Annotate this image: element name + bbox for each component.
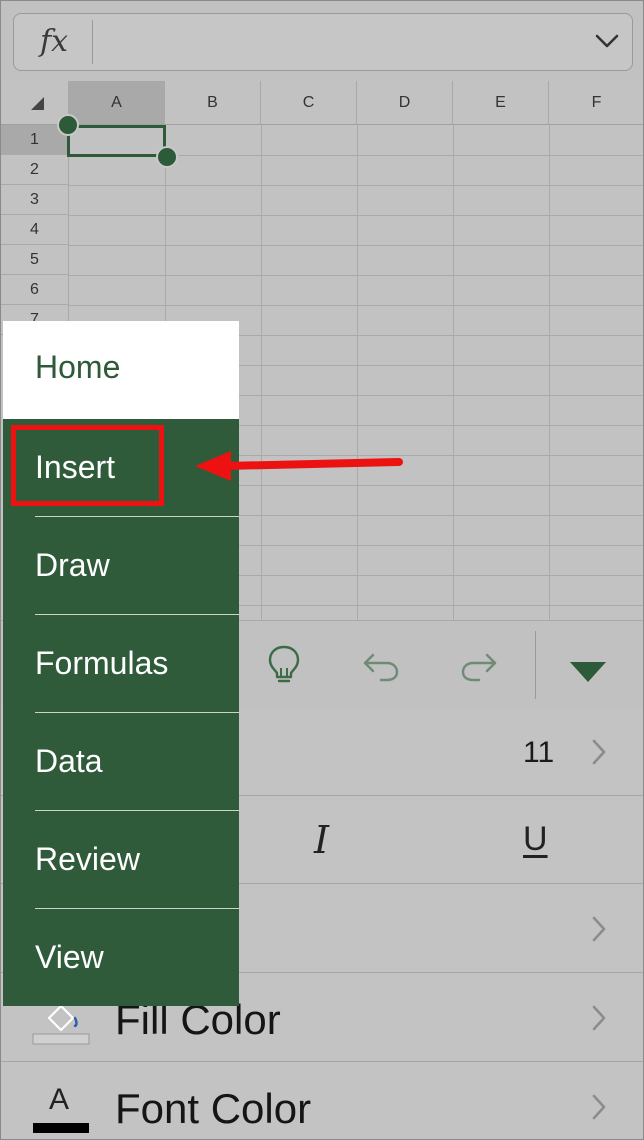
column-header-e[interactable]: E	[453, 81, 549, 125]
tab-formulas[interactable]: Formulas	[3, 615, 239, 713]
tab-view-label: View	[35, 939, 104, 975]
chevron-right-icon	[592, 739, 606, 765]
tab-data-label: Data	[35, 743, 103, 779]
chevron-down-icon[interactable]	[594, 30, 620, 52]
tab-draw-label: Draw	[35, 547, 110, 583]
toolbar-divider	[535, 631, 536, 699]
red-arrow-annotation	[195, 451, 403, 481]
redo-icon[interactable]	[459, 643, 499, 687]
grid-line	[357, 125, 358, 621]
font-size-value: 11	[523, 736, 555, 769]
tab-menu-list: Insert Draw Formulas Data Review View	[3, 419, 239, 1006]
grid-line	[69, 275, 643, 276]
tab-review-label: Review	[35, 841, 140, 877]
chevron-right-icon	[592, 916, 606, 942]
grid-line	[261, 125, 262, 621]
underline-button[interactable]: U	[523, 820, 548, 859]
row-header-3[interactable]: 3	[1, 185, 69, 215]
selection-handle-end[interactable]	[156, 146, 178, 168]
tab-view[interactable]: View	[3, 909, 239, 1007]
row-header-4[interactable]: 4	[1, 215, 69, 245]
font-color-glyph: A	[49, 1083, 70, 1116]
formula-bar-area: fx	[1, 1, 643, 81]
grid-line	[69, 215, 643, 216]
column-header-a[interactable]: A	[69, 81, 165, 125]
tab-review[interactable]: Review	[3, 811, 239, 909]
formula-bar[interactable]: fx	[13, 13, 633, 71]
column-header-d[interactable]: D	[357, 81, 453, 125]
collapse-triangle-icon[interactable]	[568, 651, 608, 695]
tab-draw[interactable]: Draw	[3, 517, 239, 615]
column-header-f[interactable]: F	[549, 81, 643, 125]
fx-label: fx	[40, 24, 69, 59]
italic-button[interactable]: I	[314, 818, 329, 862]
font-color-label: Font Color	[115, 1085, 312, 1132]
insert-highlight-box	[11, 425, 164, 506]
grid-line	[69, 245, 643, 246]
undo-icon[interactable]	[361, 643, 401, 687]
row-header-2[interactable]: 2	[1, 155, 69, 185]
select-all-triangle-icon	[31, 97, 44, 110]
column-header-b[interactable]: B	[165, 81, 261, 125]
fill-bucket-icon	[32, 1004, 90, 1045]
row-header-5[interactable]: 5	[1, 245, 69, 275]
selected-cell-a1[interactable]	[67, 125, 166, 157]
ribbon-tab-menu: Home Insert Draw Formulas Data Review Vi…	[3, 321, 239, 1006]
lightbulb-icon[interactable]	[264, 643, 304, 687]
row-header-6[interactable]: 6	[1, 275, 69, 305]
chevron-right-icon	[592, 1094, 606, 1120]
grid-line	[69, 185, 643, 186]
excel-mobile-screen: fx A B C D E F 1 2 3 4 5 6 7 11 I U Fill…	[0, 0, 644, 1140]
formula-bar-divider	[92, 20, 93, 64]
tab-data[interactable]: Data	[3, 713, 239, 811]
tab-home-label: Home	[35, 349, 121, 385]
chevron-right-icon	[592, 1005, 606, 1031]
grid-line	[453, 125, 454, 621]
grid-line	[549, 125, 550, 621]
column-header-c[interactable]: C	[261, 81, 357, 125]
tab-home[interactable]: Home	[3, 321, 239, 419]
font-color-row[interactable]: A Font Color	[1, 1063, 643, 1139]
grid-line	[69, 305, 643, 306]
selection-handle-start[interactable]	[57, 114, 79, 136]
font-color-swatch	[33, 1123, 89, 1133]
tab-formulas-label: Formulas	[35, 645, 169, 681]
